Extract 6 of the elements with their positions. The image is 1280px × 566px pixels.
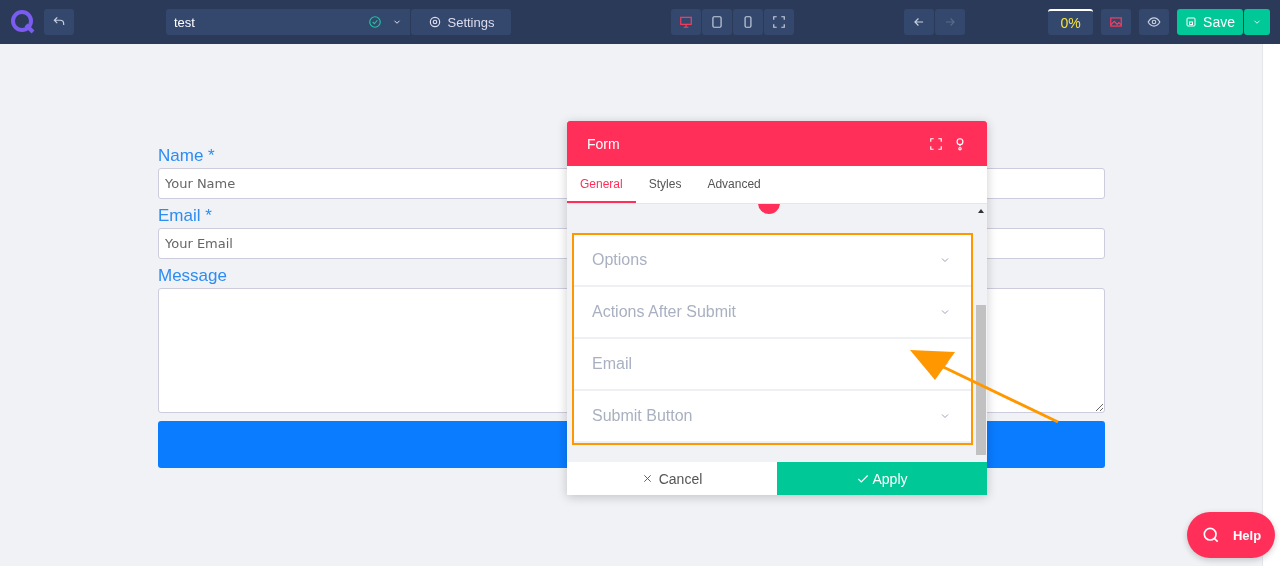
field-label: Email * (158, 206, 212, 226)
field-label: Name * (158, 146, 215, 166)
page-name: test (174, 14, 196, 30)
progress-indicator: 0% (1048, 9, 1094, 35)
dialog-title: Form (587, 135, 620, 152)
field-label: Message (158, 266, 227, 286)
